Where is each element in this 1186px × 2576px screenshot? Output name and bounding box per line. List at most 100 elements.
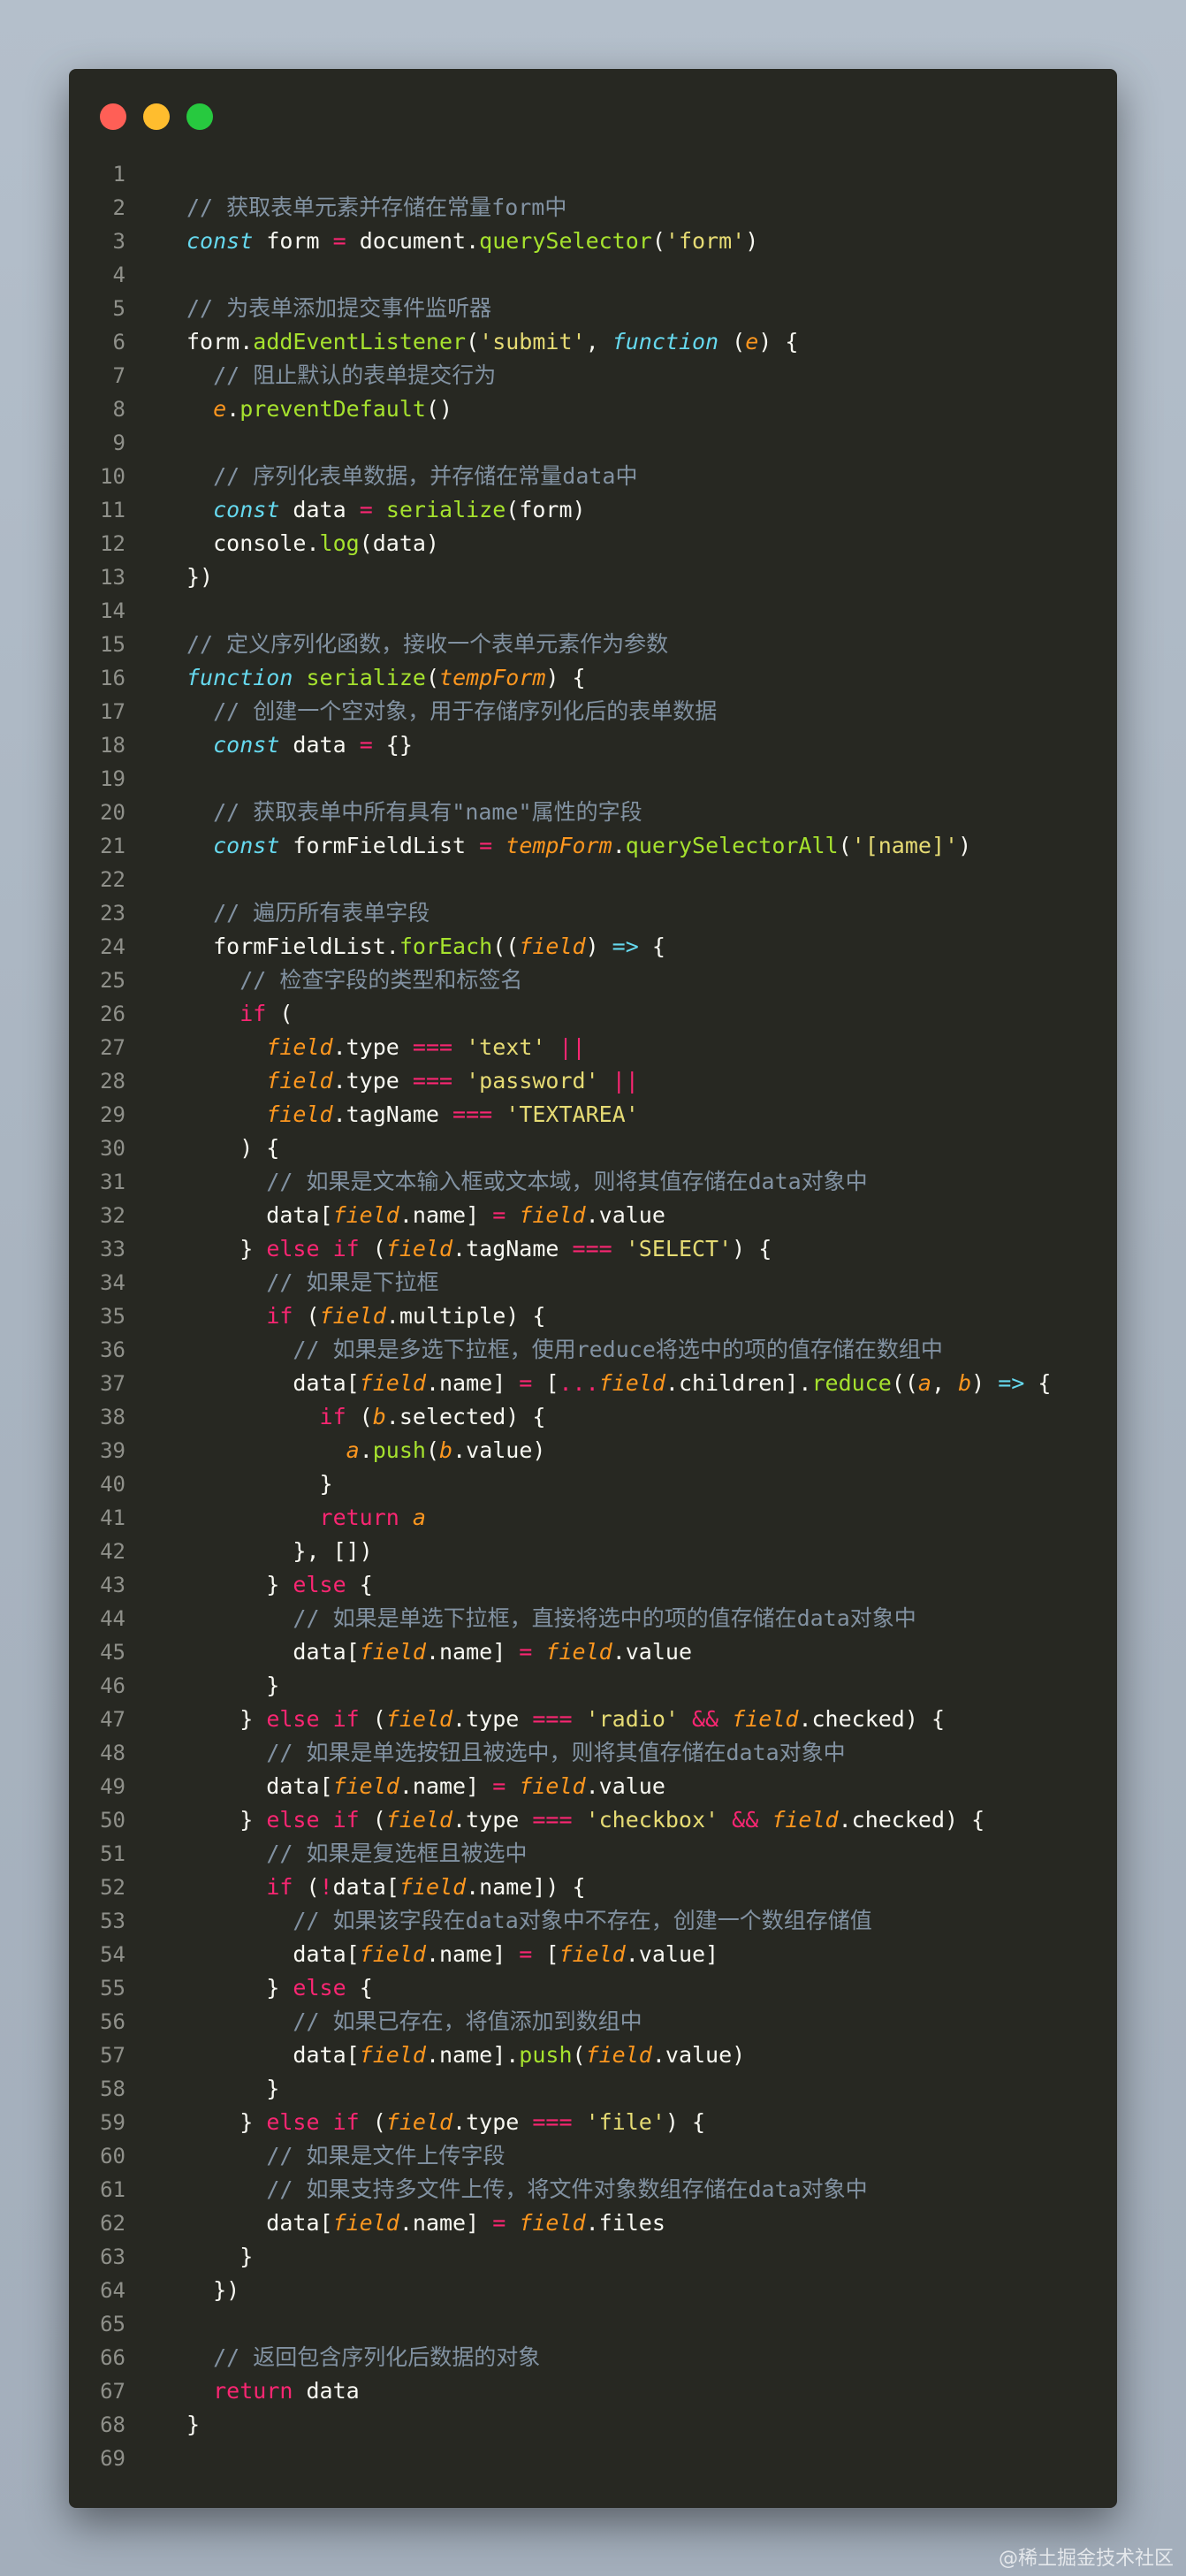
line-number: 43: [100, 1573, 125, 1597]
comment-token: // 如果是下拉框: [266, 1269, 439, 1295]
text-token: (: [425, 665, 440, 690]
code-line: 49 data[field.name] = field.value: [69, 1770, 1117, 1803]
parameter-token: a: [917, 1370, 931, 1396]
operator-token: ===: [412, 1068, 453, 1094]
line-number: 49: [100, 1774, 125, 1799]
code-line: 11 const data = serialize(form): [69, 493, 1117, 527]
code-editor[interactable]: 1 2// 获取表单元素并存储在常量form中 3 const form = docu…: [69, 157, 1117, 2475]
code-line: 22: [69, 863, 1117, 896]
code-line: 51 // 如果是复选框且被选中: [69, 1837, 1117, 1871]
code-line: 31 // 如果是文本输入框或文本域，则将其值存储在data对象中: [69, 1165, 1117, 1199]
code-line: 30 ) {: [69, 1132, 1117, 1165]
text-token: }): [186, 564, 214, 590]
parameter-token: field: [359, 2042, 426, 2068]
code-line: 17 // 创建一个空对象，用于存储序列化后的表单数据: [69, 695, 1117, 728]
line-source: }): [186, 560, 213, 594]
code-line: 29 field.tagName === 'TEXTAREA': [69, 1098, 1117, 1132]
code-line: 25 // 检查字段的类型和标签名: [69, 964, 1117, 997]
comment-token: // 序列化表单数据，并存储在常量data中: [213, 463, 638, 489]
parameter-token: field: [585, 2042, 652, 2068]
keyword-token: function: [612, 329, 719, 354]
line-number: 19: [100, 766, 125, 791]
line-source: if (: [186, 997, 293, 1031]
function-token: log: [319, 530, 360, 556]
code-line: 27 field.type === 'text' ||: [69, 1031, 1117, 1064]
text-token: {: [1024, 1370, 1052, 1396]
text-token: (: [838, 833, 852, 858]
line-source: data[field.name] = field.value: [186, 1770, 665, 1803]
function-token: querySelector: [479, 228, 652, 254]
text-token: }: [186, 2109, 267, 2135]
operator-token: =: [359, 732, 373, 758]
text-token: .value: [585, 1773, 665, 1799]
minimize-button[interactable]: [143, 103, 170, 130]
line-source: // 如果是单选按钮且被选中，则将其值存储在data对象中: [186, 1736, 845, 1770]
line-source: }: [186, 2240, 253, 2274]
text-token: data: [279, 497, 360, 522]
maximize-button[interactable]: [186, 103, 213, 130]
line-source: data[field.name] = field.files: [186, 2206, 665, 2240]
line-number: 32: [100, 1203, 125, 1228]
text-token: ): [745, 228, 759, 254]
operator-token: else: [293, 1572, 346, 1597]
line-source: const data = serialize(form): [186, 493, 585, 527]
line-source: if (b.selected) {: [186, 1400, 546, 1434]
string-token: 'text': [466, 1034, 546, 1060]
line-number: 12: [100, 531, 125, 556]
text-token: .name]: [425, 1639, 520, 1665]
line-source: // 创建一个空对象，用于存储序列化后的表单数据: [186, 695, 717, 728]
line-source: }): [186, 2274, 239, 2307]
code-line: 62 data[field.name] = field.files: [69, 2206, 1117, 2240]
code-line: 14: [69, 594, 1117, 628]
line-source: const form = document.querySelector('for…: [186, 225, 758, 258]
line-number: 33: [100, 1237, 125, 1261]
parameter-token: field: [332, 1773, 399, 1799]
keyword-token: const: [213, 732, 280, 758]
keyword-token: const: [186, 228, 254, 254]
parameter-token: field: [266, 1101, 333, 1127]
line-number: 31: [100, 1170, 125, 1194]
close-button[interactable]: [100, 103, 126, 130]
string-token: 'password': [466, 1068, 599, 1094]
operator-token: =: [519, 1639, 533, 1665]
keyword-token: =>: [998, 1370, 1025, 1396]
keyword-token: const: [213, 833, 280, 858]
watermark: @稀土掘金技术社区: [998, 2548, 1174, 2570]
text-token: .value: [612, 1639, 692, 1665]
parameter-token: field: [332, 2210, 399, 2236]
text-token: .value): [651, 2042, 746, 2068]
code-line: 13}): [69, 560, 1117, 594]
text-token: formFieldList: [279, 833, 480, 858]
string-token: 'checkbox': [585, 1807, 719, 1833]
text-token: ((: [891, 1370, 918, 1396]
text-token: (: [359, 1706, 386, 1732]
line-number: 40: [100, 1472, 125, 1497]
code-line: 28 field.type === 'password' ||: [69, 1064, 1117, 1098]
code-line: 55 } else {: [69, 1971, 1117, 2005]
keyword-token: const: [213, 497, 280, 522]
line-source: if (field.multiple) {: [186, 1299, 545, 1333]
line-number: 62: [100, 2211, 125, 2236]
text-token: .type: [332, 1068, 413, 1094]
text-token: .name]: [425, 1941, 520, 1967]
line-source: // 如果是复选框且被选中: [186, 1837, 527, 1871]
code-line: 37 data[field.name] = [...field.children…: [69, 1367, 1117, 1400]
code-line: 38 if (b.selected) {: [69, 1400, 1117, 1434]
comment-token: // 如果是多选下拉框，使用reduce将选中的项的值存储在数组中: [293, 1337, 943, 1362]
operator-token: ===: [532, 1807, 573, 1833]
line-source: console.log(data): [186, 527, 439, 560]
line-number: 45: [100, 1640, 125, 1665]
line-source: const formFieldList = tempForm.querySele…: [186, 829, 971, 863]
